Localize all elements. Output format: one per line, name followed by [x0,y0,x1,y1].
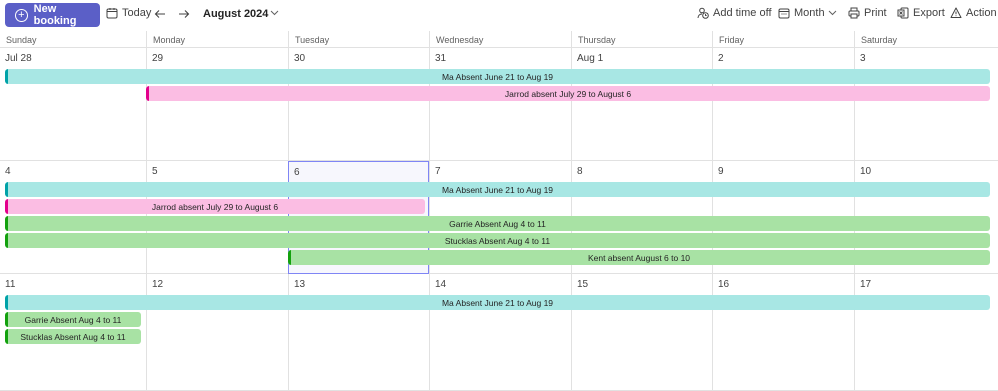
day-number: 9 [718,166,724,177]
day-cell[interactable]: 12 [146,274,288,391]
event-bar[interactable]: Garrie Absent Aug 4 to 11 [5,216,990,231]
day-cell[interactable]: 30 [288,48,429,161]
day-number: 17 [860,279,872,290]
day-number: 30 [294,53,306,64]
add-time-off-label: Add time off [713,7,772,19]
day-cell[interactable]: 14 [429,274,571,391]
event-bar[interactable]: Jarrod absent July 29 to August 6 [5,199,425,214]
day-number: 11 [5,279,16,290]
weekday-header: Saturday [854,31,998,48]
event-bar[interactable]: Ma Absent June 21 to Aug 19 [5,182,990,197]
day-number: 14 [435,279,447,290]
new-booking-button[interactable]: + New booking [5,3,100,27]
view-label: Month [794,7,825,19]
weekday-header: Monday [146,31,288,48]
view-selector[interactable]: Month [778,7,837,19]
day-number: Jul 28 [5,53,32,64]
day-cell[interactable]: 31 [429,48,571,161]
day-cell[interactable]: 16 [712,274,854,391]
event-bar[interactable]: Stucklas Absent Aug 4 to 11 [5,329,141,344]
weekday-header: Thursday [571,31,712,48]
day-cell[interactable]: Jul 28 [0,48,146,161]
calendar-icon [106,8,118,19]
event-bar[interactable]: Garrie Absent Aug 4 to 11 [5,312,141,327]
add-time-off-button[interactable]: Add time off [697,7,772,19]
export-label: Export [913,7,945,19]
day-number: 8 [577,166,583,177]
day-number: 2 [718,53,724,64]
month-title: August 2024 [203,8,269,20]
day-cell[interactable]: 17 [854,274,998,391]
chevron-down-icon [828,10,836,16]
printer-icon [848,7,860,19]
day-number: 15 [577,279,589,290]
event-bar[interactable]: Stucklas Absent Aug 4 to 11 [5,233,990,248]
calendar-month-icon [778,8,790,19]
person-clock-icon [697,7,709,19]
day-number: Aug 1 [577,53,604,64]
day-number: 6 [294,167,300,178]
toolbar: + New booking Today August 2024 Add time… [0,0,998,30]
event-bar[interactable]: Ma Absent June 21 to Aug 19 [5,69,990,84]
previous-button[interactable] [154,8,170,20]
weekday-header: Tuesday [288,31,429,48]
today-button[interactable]: Today [106,7,151,19]
day-cell[interactable]: 3 [854,48,998,161]
action-label: Action it [966,7,998,19]
day-number: 7 [435,166,441,177]
export-button[interactable]: Export [897,7,945,19]
day-cell[interactable]: Aug 1 [571,48,712,161]
day-number: 5 [152,166,158,177]
day-number: 4 [5,166,11,177]
weekday-header: Friday [712,31,854,48]
day-number: 12 [152,279,164,290]
day-number: 13 [294,279,306,290]
month-picker-button[interactable] [270,10,283,16]
weekday-header: Wednesday [429,31,571,48]
day-cell[interactable]: 15 [571,274,712,391]
today-label: Today [122,7,152,19]
arrow-left-icon [154,10,165,18]
day-number: 29 [152,53,164,64]
warning-icon [950,7,962,18]
print-label: Print [864,7,887,19]
new-booking-label: New booking [33,3,77,27]
action-button[interactable]: Action it [950,7,998,19]
day-number: 16 [718,279,730,290]
event-bar[interactable]: Kent absent August 6 to 10 [288,250,990,265]
day-number: 10 [860,166,872,177]
day-number: 3 [860,53,866,64]
event-bar[interactable]: Ma Absent June 21 to Aug 19 [5,295,990,310]
day-cell[interactable]: 13 [288,274,429,391]
weekday-header: Sunday [0,31,146,48]
print-button[interactable]: Print [848,7,887,19]
arrow-right-icon [179,10,190,18]
day-cell[interactable]: 29 [146,48,288,161]
next-button[interactable] [178,8,194,20]
day-number: 31 [435,53,447,64]
plus-icon: + [15,8,28,22]
chevron-down-icon [270,10,279,16]
excel-icon [897,7,909,19]
event-bar[interactable]: Jarrod absent July 29 to August 6 [146,86,990,101]
day-cell[interactable]: 2 [712,48,854,161]
